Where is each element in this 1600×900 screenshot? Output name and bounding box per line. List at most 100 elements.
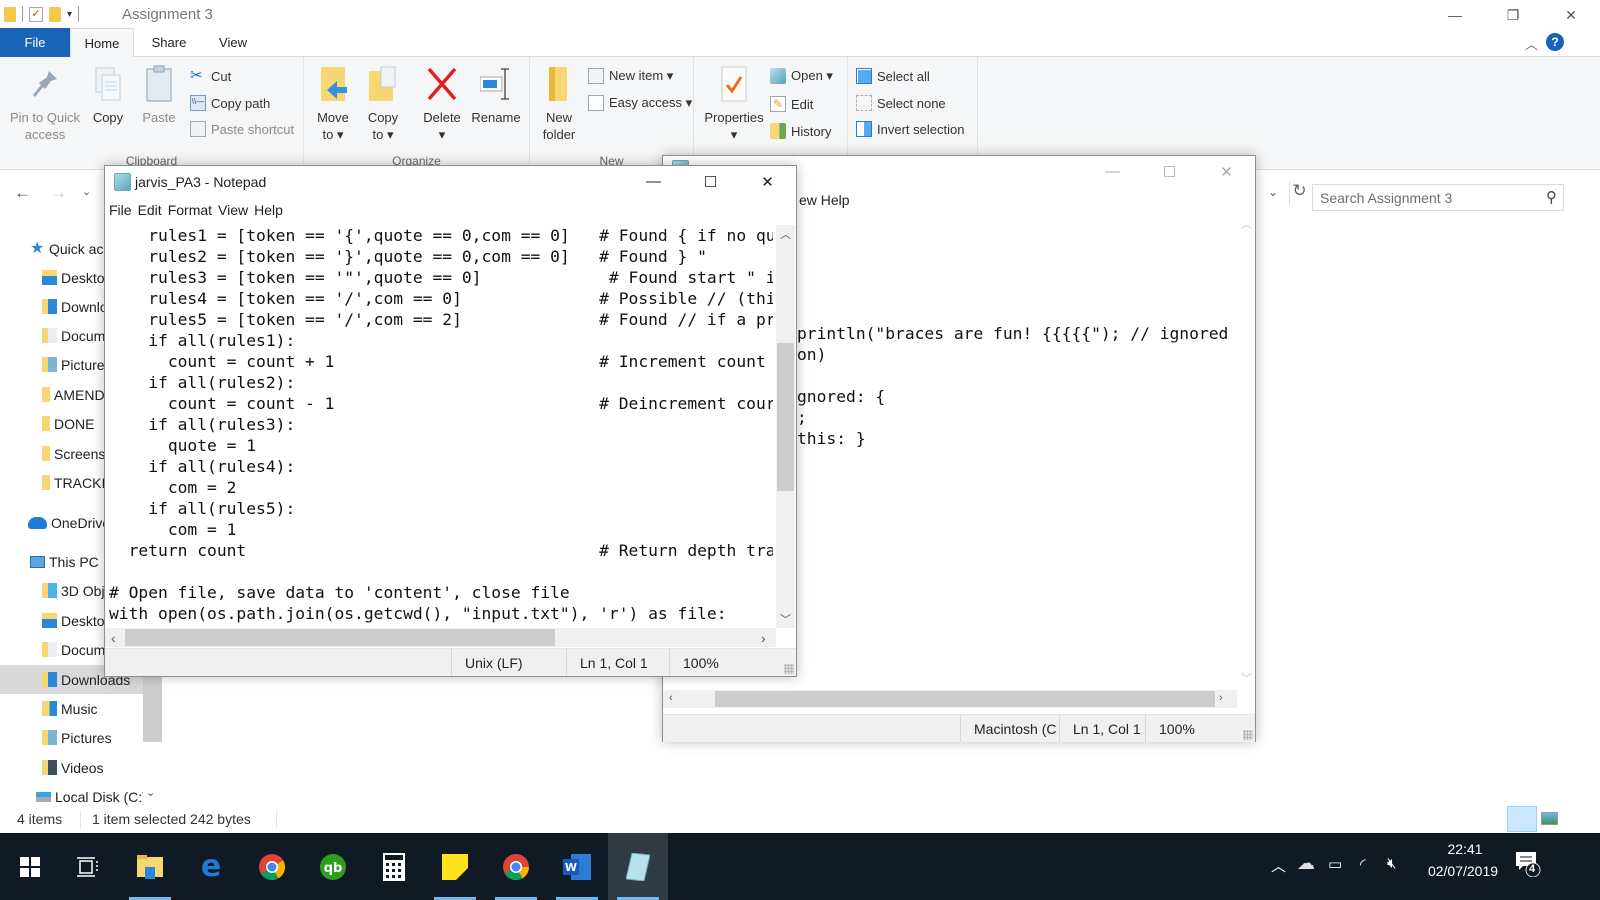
resize-grip[interactable] [784,664,794,674]
taskbar-chrome-2[interactable] [486,833,546,900]
paste-button[interactable]: Paste [138,65,180,126]
scroll-up-icon[interactable]: ︿ [780,226,791,242]
tab-share[interactable]: Share [140,28,198,57]
collapse-ribbon-icon[interactable]: ︿ [1525,34,1538,53]
scroll-down-icon[interactable]: ﹀ [1241,670,1252,686]
minimize-button[interactable]: — [1084,156,1141,187]
scrollbar-thumb[interactable] [715,691,1215,707]
close-button[interactable]: ✕ [1542,0,1600,30]
open-button[interactable]: Open ▾ [770,65,833,87]
move-to-button[interactable]: Move to ▾ [312,65,354,143]
scrollbar-thumb[interactable] [143,672,162,742]
scroll-down-chevron-icon[interactable]: ⌄ [146,786,155,799]
taskbar-word[interactable]: W [547,833,607,900]
onedrive-tray-icon[interactable]: ☁ [1297,853,1315,874]
minimize-button[interactable]: — [625,166,682,197]
taskbar-edge[interactable]: e [181,833,241,900]
customize-qat-dropdown[interactable]: ▾ [67,9,72,20]
delete-button[interactable]: Delete ▾ [420,65,464,143]
help-icon[interactable]: ? [1546,33,1564,51]
sticky-notes-icon [442,853,468,880]
nav-item-pictures[interactable]: Pictures [0,723,143,752]
taskbar-sticky-notes[interactable] [425,833,485,900]
notepad-window-front[interactable]: jarvis_PA3 - Notepad — ☐ ✕ File Edit For… [104,165,797,677]
minimize-button[interactable]: — [1426,0,1484,30]
task-view-button[interactable] [58,833,118,900]
new-item-button[interactable]: New item ▾ [588,65,673,87]
close-button[interactable]: ✕ [739,166,796,197]
search-icon[interactable]: ⚲ [1546,188,1557,206]
tab-view[interactable]: View [206,28,260,57]
large-icons-view-button[interactable] [1541,812,1558,825]
scroll-up-icon[interactable]: ︿ [1241,216,1252,232]
back-arrow-icon[interactable]: ← [14,183,31,203]
edit-button[interactable]: ✎ Edit [770,93,813,115]
tab-home[interactable]: Home [70,28,134,58]
notepad-front-text-area[interactable]: rules1 = [token == '{',quote == 0,com ==… [109,225,773,627]
maximize-button[interactable]: ☐ [1141,156,1198,187]
select-all-button[interactable]: Select all [856,65,930,87]
easy-access-button[interactable]: Easy access ▾ [588,92,692,114]
refresh-icon[interactable]: ↻ [1289,181,1309,205]
menu-view[interactable]: View [218,202,248,224]
clock-date[interactable]: 02/07/2019 [1418,863,1508,879]
invert-selection-button[interactable]: Invert selection [856,118,964,140]
horizontal-scrollbar[interactable]: ‹ › [105,628,776,647]
vertical-scrollbar[interactable]: ︿ ﹀ [1237,214,1255,688]
paste-shortcut-button[interactable]: Paste shortcut [190,118,294,140]
scroll-left-icon[interactable]: ‹ [111,630,116,646]
copy-to-button[interactable]: Copy to ▾ [362,65,404,143]
taskbar-quickbooks[interactable]: qb [303,833,363,900]
copy-button[interactable]: Copy [88,65,128,126]
menu-file[interactable]: File [109,202,132,224]
forward-arrow-icon[interactable]: → [50,183,67,203]
menu-edit[interactable]: Edit [138,202,162,224]
tab-file[interactable]: File [0,28,70,57]
action-center-button[interactable]: 4 [1515,851,1541,880]
cut-button[interactable]: ✂ Cut [190,65,231,87]
search-box[interactable]: ⚲ [1312,184,1564,211]
scroll-left-icon[interactable]: ‹ [669,692,673,704]
start-button[interactable] [0,833,60,900]
scrollbar-thumb[interactable] [777,343,794,491]
new-folder-qat-icon[interactable] [49,6,61,22]
battery-charging-icon[interactable]: ▭ [1328,855,1342,873]
select-none-button[interactable]: Select none [856,92,946,114]
volume-muted-icon[interactable]: 🔇︎ [1387,855,1396,872]
show-hidden-icons-chevron-icon[interactable]: ︿ [1271,855,1286,876]
new-folder-button[interactable]: New folder [538,65,580,143]
restore-button[interactable]: ❐ [1484,0,1542,30]
close-button[interactable]: ✕ [1198,156,1255,187]
search-input[interactable] [1313,185,1533,210]
taskbar-calculator[interactable] [364,833,424,900]
clock-time[interactable]: 22:41 [1440,841,1490,857]
address-dropdown-chevron-icon[interactable]: ⌄ [1268,185,1278,199]
properties-qat-icon[interactable]: ✓ [29,6,43,22]
taskbar-notepad[interactable] [608,833,668,900]
taskbar-file-explorer[interactable] [120,833,180,900]
horizontal-scrollbar[interactable]: ‹ › [663,690,1237,708]
recent-locations-chevron-icon[interactable]: ⌄ [82,185,91,198]
maximize-button[interactable]: ☐ [682,166,739,197]
nav-item-music[interactable]: Music [0,694,143,723]
resize-grip[interactable] [1243,730,1253,740]
notepad-front-titlebar[interactable]: jarvis_PA3 - Notepad — ☐ ✕ [105,166,796,197]
properties-button[interactable]: Properties ▾ [702,65,766,143]
scrollbar-thumb[interactable] [125,629,555,646]
vertical-scrollbar[interactable]: ︿ ﹀ [776,225,795,628]
pin-to-quick-access-button[interactable]: Pin to Quick access [6,65,84,143]
menu-view-help-partial[interactable]: ew Help [799,192,850,214]
history-button[interactable]: History [770,120,831,142]
menu-help[interactable]: Help [254,202,283,224]
wifi-icon[interactable]: ◜ [1360,855,1366,873]
copy-path-button[interactable]: \\— Copy path [190,92,270,114]
scroll-right-icon[interactable]: › [1219,692,1223,704]
taskbar-chrome[interactable] [242,833,302,900]
scroll-down-icon[interactable]: ﹀ [780,611,791,627]
rename-button[interactable]: Rename [470,65,522,126]
notepad-back-text-area[interactable]: println("braces are fun! {{{{{"); // ign… [797,218,1237,744]
details-view-button[interactable] [1507,806,1537,832]
menu-format[interactable]: Format [168,202,212,224]
nav-item-videos[interactable]: Videos [0,753,143,782]
scroll-right-icon[interactable]: › [761,630,766,646]
